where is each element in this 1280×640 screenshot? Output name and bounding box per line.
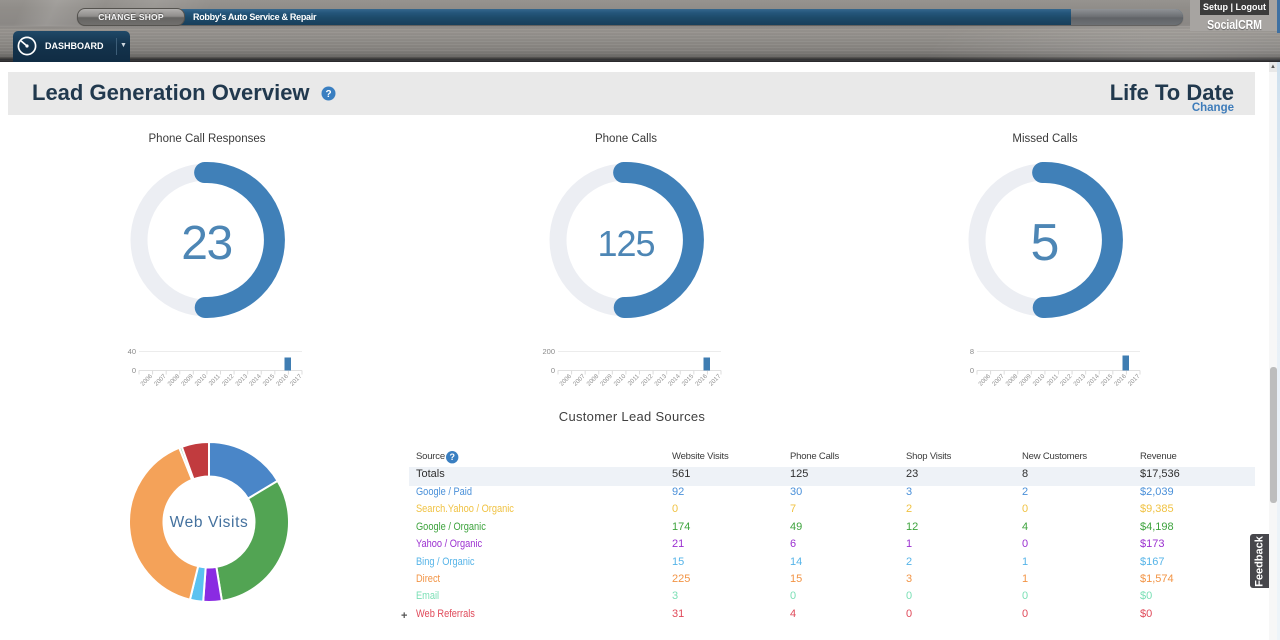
svg-text:2006: 2006 <box>977 373 992 388</box>
svg-text:2016: 2016 <box>275 373 290 388</box>
svg-text:2013: 2013 <box>1072 373 1087 388</box>
svg-text:2006: 2006 <box>558 373 573 388</box>
svg-text:2016: 2016 <box>1113 373 1128 388</box>
svg-text:2010: 2010 <box>1032 373 1047 388</box>
svg-text:2016: 2016 <box>694 373 709 388</box>
svg-text:2011: 2011 <box>1046 373 1061 388</box>
svg-text:2008: 2008 <box>166 373 181 388</box>
svg-text:0: 0 <box>131 366 135 375</box>
svg-text:2007: 2007 <box>152 373 167 388</box>
svg-text:2015: 2015 <box>261 373 276 388</box>
svg-text:2017: 2017 <box>708 373 723 388</box>
svg-text:?: ? <box>449 453 455 463</box>
svg-text:2013: 2013 <box>234 373 249 388</box>
svg-text:2006: 2006 <box>139 373 154 388</box>
svg-text:2015: 2015 <box>681 373 696 388</box>
svg-text:2017: 2017 <box>288 373 303 388</box>
svg-text:2014: 2014 <box>1086 373 1101 388</box>
svg-text:2010: 2010 <box>613 373 628 388</box>
svg-text:2014: 2014 <box>667 373 682 388</box>
svg-text:2007: 2007 <box>572 373 587 388</box>
svg-text:2013: 2013 <box>653 373 668 388</box>
svg-text:2007: 2007 <box>991 373 1006 388</box>
svg-text:2014: 2014 <box>247 373 262 388</box>
svg-text:2011: 2011 <box>207 373 222 388</box>
svg-text:2012: 2012 <box>1059 373 1074 388</box>
svg-text:8: 8 <box>970 347 974 356</box>
svg-text:2009: 2009 <box>1018 373 1033 388</box>
svg-text:2009: 2009 <box>180 373 195 388</box>
svg-text:2010: 2010 <box>193 373 208 388</box>
svg-text:2008: 2008 <box>1004 373 1019 388</box>
svg-text:200: 200 <box>542 347 555 356</box>
svg-text:2012: 2012 <box>220 373 235 388</box>
svg-text:?: ? <box>325 89 331 100</box>
svg-text:40: 40 <box>127 347 135 356</box>
svg-text:2017: 2017 <box>1127 373 1142 388</box>
svg-text:2009: 2009 <box>599 373 614 388</box>
svg-text:2008: 2008 <box>585 373 600 388</box>
svg-text:0: 0 <box>970 366 974 375</box>
svg-text:2015: 2015 <box>1100 373 1115 388</box>
svg-text:2012: 2012 <box>640 373 655 388</box>
svg-text:0: 0 <box>551 366 555 375</box>
svg-text:2011: 2011 <box>627 373 642 388</box>
